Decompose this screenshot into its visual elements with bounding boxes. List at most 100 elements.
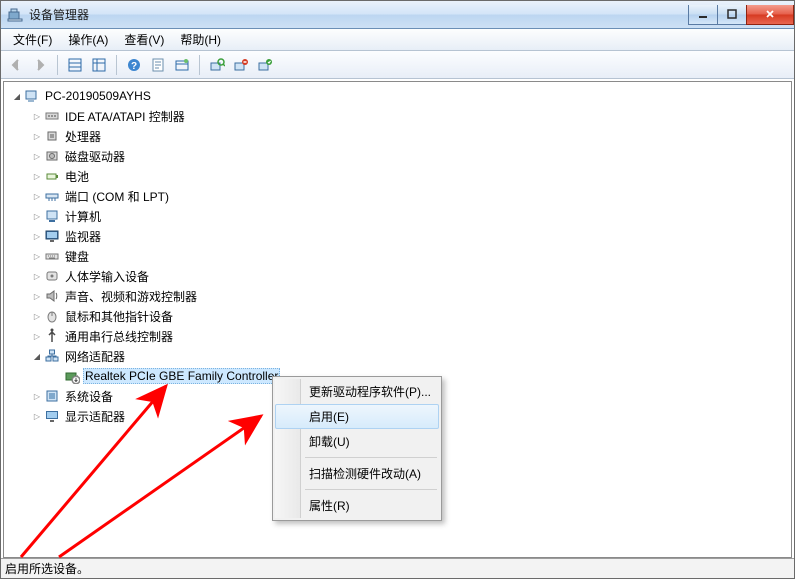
tree-category[interactable]: 网络适配器 (8, 346, 791, 366)
tree-item-label[interactable]: 监视器 (63, 227, 103, 246)
expand-icon[interactable] (30, 151, 44, 162)
computer-icon (44, 208, 60, 224)
expand-icon[interactable] (30, 211, 44, 222)
content-area: PC-20190509AYHS IDE ATA/ATAPI 控制器处理器磁盘驱动器… (1, 79, 794, 558)
statusbar: 启用所选设备。 (1, 558, 794, 578)
window-title: 设备管理器 (29, 6, 89, 23)
context-menu-item[interactable]: 启用(E) (275, 404, 439, 429)
tree-category[interactable]: 磁盘驱动器 (8, 146, 791, 166)
tree-category[interactable]: 端口 (COM 和 LPT) (8, 186, 791, 206)
properties-button[interactable] (147, 54, 169, 76)
toolbar: ? (1, 51, 794, 79)
forward-button[interactable] (29, 54, 51, 76)
tree-category[interactable]: 键盘 (8, 246, 791, 266)
expand-icon[interactable] (30, 231, 44, 242)
tree-item-label[interactable]: 电池 (63, 167, 91, 186)
tree-item-label[interactable]: IDE ATA/ATAPI 控制器 (63, 107, 187, 126)
toolbar-separator (116, 55, 117, 75)
port-icon (44, 188, 60, 204)
tree-item-label[interactable]: 网络适配器 (63, 347, 127, 366)
menu-help[interactable]: 帮助(H) (172, 28, 229, 51)
expand-icon[interactable] (30, 291, 44, 302)
tree-category[interactable]: 计算机 (8, 206, 791, 226)
expand-icon[interactable] (30, 411, 44, 422)
menubar: 文件(F) 操作(A) 查看(V) 帮助(H) (1, 29, 794, 51)
expand-icon[interactable] (30, 111, 44, 122)
scan-hardware-button[interactable] (206, 54, 228, 76)
menu-action[interactable]: 操作(A) (60, 28, 116, 51)
disk-icon (44, 148, 60, 164)
battery-icon (44, 168, 60, 184)
expand-icon[interactable] (30, 251, 44, 262)
tree-category[interactable]: 监视器 (8, 226, 791, 246)
titlebar[interactable]: 设备管理器 (1, 1, 794, 29)
uninstall-button[interactable] (230, 54, 252, 76)
view-list-button[interactable] (64, 54, 86, 76)
usb-icon (44, 328, 60, 344)
sound-icon (44, 288, 60, 304)
tree-category[interactable]: 鼠标和其他指针设备 (8, 306, 791, 326)
tree-item-label[interactable]: 计算机 (63, 207, 103, 226)
show-hidden-button[interactable] (171, 54, 193, 76)
context-menu-separator (305, 489, 437, 490)
expand-icon[interactable] (30, 311, 44, 322)
tree-root[interactable]: PC-20190509AYHS (8, 86, 791, 106)
help-button[interactable]: ? (123, 54, 145, 76)
tree-item-label[interactable]: 鼠标和其他指针设备 (63, 307, 175, 326)
view-detail-button[interactable] (88, 54, 110, 76)
adapter-icon (64, 368, 80, 384)
expand-icon[interactable] (30, 191, 44, 202)
tree-item-label[interactable]: 人体学输入设备 (63, 267, 151, 286)
svg-text:?: ? (131, 61, 137, 72)
tree-item-label[interactable]: 声音、视频和游戏控制器 (63, 287, 199, 306)
context-menu-item[interactable]: 卸载(U) (275, 429, 439, 454)
context-menu-separator (305, 457, 437, 458)
tree-item-label[interactable]: 处理器 (63, 127, 103, 146)
toolbar-separator (199, 55, 200, 75)
system-icon (44, 388, 60, 404)
tree-item-label[interactable]: 键盘 (63, 247, 91, 266)
device-manager-window: 设备管理器 文件(F) 操作(A) 查看(V) 帮助(H) ? PC-20190… (0, 0, 795, 579)
menu-view[interactable]: 查看(V) (116, 28, 172, 51)
tree-item-label[interactable]: PC-20190509AYHS (43, 88, 153, 104)
expand-icon[interactable] (30, 131, 44, 142)
close-button[interactable] (746, 5, 794, 25)
cpu-icon (44, 128, 60, 144)
tree-item-label[interactable]: Realtek PCIe GBE Family Controller (83, 368, 280, 384)
hid-icon (44, 268, 60, 284)
collapse-icon[interactable] (10, 91, 24, 102)
menu-file[interactable]: 文件(F) (5, 28, 60, 51)
tree-category[interactable]: 处理器 (8, 126, 791, 146)
maximize-button[interactable] (717, 5, 747, 25)
display-icon (44, 408, 60, 424)
tree-category[interactable]: 人体学输入设备 (8, 266, 791, 286)
tree-item-label[interactable]: 显示适配器 (63, 407, 127, 426)
back-button[interactable] (5, 54, 27, 76)
monitor-icon (44, 228, 60, 244)
tree-item-label[interactable]: 通用串行总线控制器 (63, 327, 175, 346)
enable-button[interactable] (254, 54, 276, 76)
tree-item-label[interactable]: 系统设备 (63, 387, 115, 406)
keyboard-icon (44, 248, 60, 264)
expand-icon[interactable] (30, 271, 44, 282)
tree-category[interactable]: 电池 (8, 166, 791, 186)
collapse-icon[interactable] (30, 351, 44, 362)
minimize-button[interactable] (688, 5, 718, 25)
expand-icon[interactable] (30, 331, 44, 342)
mouse-icon (44, 308, 60, 324)
tree-category[interactable]: IDE ATA/ATAPI 控制器 (8, 106, 791, 126)
device-tree[interactable]: PC-20190509AYHS IDE ATA/ATAPI 控制器处理器磁盘驱动器… (3, 81, 792, 558)
context-menu-item[interactable]: 扫描检测硬件改动(A) (275, 461, 439, 486)
network-icon (44, 348, 60, 364)
tree-item-label[interactable]: 端口 (COM 和 LPT) (63, 187, 171, 206)
expand-icon[interactable] (30, 171, 44, 182)
toolbar-separator (57, 55, 58, 75)
tree-category[interactable]: 通用串行总线控制器 (8, 326, 791, 346)
tree-category[interactable]: 声音、视频和游戏控制器 (8, 286, 791, 306)
app-icon (7, 7, 23, 23)
expand-icon[interactable] (30, 391, 44, 402)
context-menu-item[interactable]: 更新驱动程序软件(P)... (275, 379, 439, 404)
ide-icon (44, 108, 60, 124)
context-menu-item[interactable]: 属性(R) (275, 493, 439, 518)
tree-item-label[interactable]: 磁盘驱动器 (63, 147, 127, 166)
